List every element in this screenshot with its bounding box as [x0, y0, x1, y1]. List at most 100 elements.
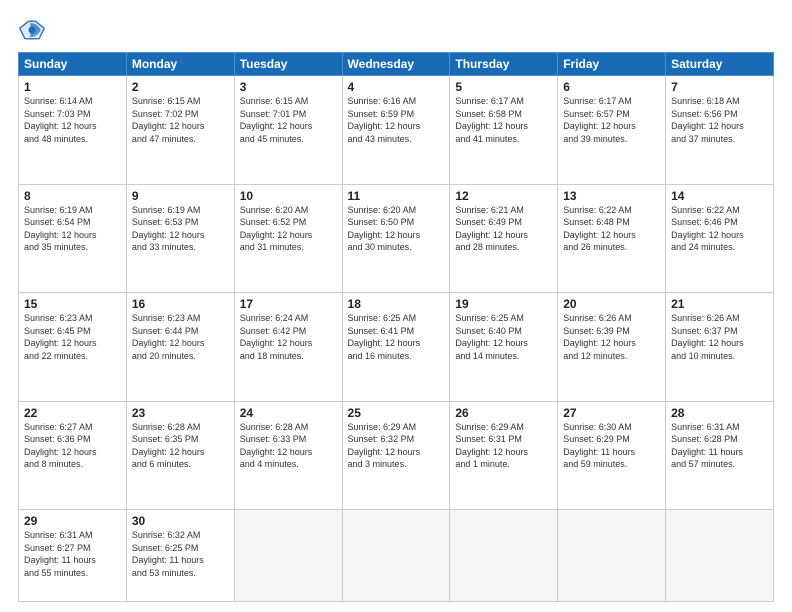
calendar-cell: 28Sunrise: 6:31 AM Sunset: 6:28 PM Dayli… — [666, 401, 774, 510]
calendar-cell: 18Sunrise: 6:25 AM Sunset: 6:41 PM Dayli… — [342, 293, 450, 402]
header-cell-tuesday: Tuesday — [234, 53, 342, 76]
calendar-cell: 4Sunrise: 6:16 AM Sunset: 6:59 PM Daylig… — [342, 76, 450, 185]
calendar-cell: 12Sunrise: 6:21 AM Sunset: 6:49 PM Dayli… — [450, 184, 558, 293]
calendar-cell: 15Sunrise: 6:23 AM Sunset: 6:45 PM Dayli… — [19, 293, 127, 402]
header — [18, 16, 774, 44]
day-number: 25 — [348, 406, 445, 420]
day-info: Sunrise: 6:19 AM Sunset: 6:53 PM Dayligh… — [132, 204, 229, 254]
page: SundayMondayTuesdayWednesdayThursdayFrid… — [0, 0, 792, 612]
calendar-cell: 17Sunrise: 6:24 AM Sunset: 6:42 PM Dayli… — [234, 293, 342, 402]
day-info: Sunrise: 6:25 AM Sunset: 6:40 PM Dayligh… — [455, 312, 552, 362]
day-info: Sunrise: 6:19 AM Sunset: 6:54 PM Dayligh… — [24, 204, 121, 254]
day-info: Sunrise: 6:30 AM Sunset: 6:29 PM Dayligh… — [563, 421, 660, 471]
calendar-cell: 10Sunrise: 6:20 AM Sunset: 6:52 PM Dayli… — [234, 184, 342, 293]
day-number: 20 — [563, 297, 660, 311]
day-number: 24 — [240, 406, 337, 420]
day-number: 6 — [563, 80, 660, 94]
day-number: 30 — [132, 514, 229, 528]
calendar-cell: 19Sunrise: 6:25 AM Sunset: 6:40 PM Dayli… — [450, 293, 558, 402]
day-info: Sunrise: 6:28 AM Sunset: 6:33 PM Dayligh… — [240, 421, 337, 471]
day-info: Sunrise: 6:23 AM Sunset: 6:44 PM Dayligh… — [132, 312, 229, 362]
day-number: 26 — [455, 406, 552, 420]
day-number: 23 — [132, 406, 229, 420]
day-info: Sunrise: 6:17 AM Sunset: 6:57 PM Dayligh… — [563, 95, 660, 145]
day-info: Sunrise: 6:26 AM Sunset: 6:37 PM Dayligh… — [671, 312, 768, 362]
calendar-cell — [558, 510, 666, 602]
day-number: 28 — [671, 406, 768, 420]
day-number: 4 — [348, 80, 445, 94]
week-row-1: 1Sunrise: 6:14 AM Sunset: 7:03 PM Daylig… — [19, 76, 774, 185]
day-info: Sunrise: 6:29 AM Sunset: 6:32 PM Dayligh… — [348, 421, 445, 471]
header-cell-saturday: Saturday — [666, 53, 774, 76]
header-cell-wednesday: Wednesday — [342, 53, 450, 76]
calendar-cell: 3Sunrise: 6:15 AM Sunset: 7:01 PM Daylig… — [234, 76, 342, 185]
calendar-cell: 2Sunrise: 6:15 AM Sunset: 7:02 PM Daylig… — [126, 76, 234, 185]
day-info: Sunrise: 6:23 AM Sunset: 6:45 PM Dayligh… — [24, 312, 121, 362]
header-cell-friday: Friday — [558, 53, 666, 76]
day-number: 8 — [24, 189, 121, 203]
calendar-cell: 22Sunrise: 6:27 AM Sunset: 6:36 PM Dayli… — [19, 401, 127, 510]
calendar-cell: 14Sunrise: 6:22 AM Sunset: 6:46 PM Dayli… — [666, 184, 774, 293]
day-info: Sunrise: 6:28 AM Sunset: 6:35 PM Dayligh… — [132, 421, 229, 471]
day-number: 18 — [348, 297, 445, 311]
week-row-5: 29Sunrise: 6:31 AM Sunset: 6:27 PM Dayli… — [19, 510, 774, 602]
day-number: 7 — [671, 80, 768, 94]
calendar-cell — [450, 510, 558, 602]
calendar-cell: 13Sunrise: 6:22 AM Sunset: 6:48 PM Dayli… — [558, 184, 666, 293]
calendar-cell: 30Sunrise: 6:32 AM Sunset: 6:25 PM Dayli… — [126, 510, 234, 602]
day-info: Sunrise: 6:31 AM Sunset: 6:28 PM Dayligh… — [671, 421, 768, 471]
day-info: Sunrise: 6:31 AM Sunset: 6:27 PM Dayligh… — [24, 529, 121, 579]
header-cell-sunday: Sunday — [19, 53, 127, 76]
calendar-cell: 23Sunrise: 6:28 AM Sunset: 6:35 PM Dayli… — [126, 401, 234, 510]
day-number: 10 — [240, 189, 337, 203]
week-row-2: 8Sunrise: 6:19 AM Sunset: 6:54 PM Daylig… — [19, 184, 774, 293]
calendar-cell: 25Sunrise: 6:29 AM Sunset: 6:32 PM Dayli… — [342, 401, 450, 510]
week-row-3: 15Sunrise: 6:23 AM Sunset: 6:45 PM Dayli… — [19, 293, 774, 402]
day-info: Sunrise: 6:21 AM Sunset: 6:49 PM Dayligh… — [455, 204, 552, 254]
day-info: Sunrise: 6:29 AM Sunset: 6:31 PM Dayligh… — [455, 421, 552, 471]
calendar-body: 1Sunrise: 6:14 AM Sunset: 7:03 PM Daylig… — [19, 76, 774, 602]
calendar-cell — [342, 510, 450, 602]
calendar-cell — [234, 510, 342, 602]
week-row-4: 22Sunrise: 6:27 AM Sunset: 6:36 PM Dayli… — [19, 401, 774, 510]
calendar-cell: 24Sunrise: 6:28 AM Sunset: 6:33 PM Dayli… — [234, 401, 342, 510]
calendar-header: SundayMondayTuesdayWednesdayThursdayFrid… — [19, 53, 774, 76]
calendar-cell: 26Sunrise: 6:29 AM Sunset: 6:31 PM Dayli… — [450, 401, 558, 510]
logo-icon — [18, 16, 46, 44]
calendar-cell: 16Sunrise: 6:23 AM Sunset: 6:44 PM Dayli… — [126, 293, 234, 402]
calendar-cell: 21Sunrise: 6:26 AM Sunset: 6:37 PM Dayli… — [666, 293, 774, 402]
day-number: 14 — [671, 189, 768, 203]
day-info: Sunrise: 6:16 AM Sunset: 6:59 PM Dayligh… — [348, 95, 445, 145]
day-number: 13 — [563, 189, 660, 203]
day-number: 2 — [132, 80, 229, 94]
day-number: 15 — [24, 297, 121, 311]
header-cell-monday: Monday — [126, 53, 234, 76]
day-number: 5 — [455, 80, 552, 94]
day-number: 17 — [240, 297, 337, 311]
calendar-cell: 27Sunrise: 6:30 AM Sunset: 6:29 PM Dayli… — [558, 401, 666, 510]
header-cell-thursday: Thursday — [450, 53, 558, 76]
calendar-cell: 8Sunrise: 6:19 AM Sunset: 6:54 PM Daylig… — [19, 184, 127, 293]
day-info: Sunrise: 6:18 AM Sunset: 6:56 PM Dayligh… — [671, 95, 768, 145]
day-number: 27 — [563, 406, 660, 420]
day-info: Sunrise: 6:20 AM Sunset: 6:52 PM Dayligh… — [240, 204, 337, 254]
day-info: Sunrise: 6:17 AM Sunset: 6:58 PM Dayligh… — [455, 95, 552, 145]
day-info: Sunrise: 6:22 AM Sunset: 6:48 PM Dayligh… — [563, 204, 660, 254]
day-number: 16 — [132, 297, 229, 311]
day-info: Sunrise: 6:20 AM Sunset: 6:50 PM Dayligh… — [348, 204, 445, 254]
day-number: 3 — [240, 80, 337, 94]
calendar-cell: 7Sunrise: 6:18 AM Sunset: 6:56 PM Daylig… — [666, 76, 774, 185]
day-info: Sunrise: 6:32 AM Sunset: 6:25 PM Dayligh… — [132, 529, 229, 579]
day-info: Sunrise: 6:15 AM Sunset: 7:01 PM Dayligh… — [240, 95, 337, 145]
day-number: 11 — [348, 189, 445, 203]
day-info: Sunrise: 6:15 AM Sunset: 7:02 PM Dayligh… — [132, 95, 229, 145]
day-number: 19 — [455, 297, 552, 311]
day-info: Sunrise: 6:25 AM Sunset: 6:41 PM Dayligh… — [348, 312, 445, 362]
day-number: 21 — [671, 297, 768, 311]
day-number: 12 — [455, 189, 552, 203]
calendar-cell: 11Sunrise: 6:20 AM Sunset: 6:50 PM Dayli… — [342, 184, 450, 293]
calendar-cell: 20Sunrise: 6:26 AM Sunset: 6:39 PM Dayli… — [558, 293, 666, 402]
calendar-cell: 5Sunrise: 6:17 AM Sunset: 6:58 PM Daylig… — [450, 76, 558, 185]
calendar-table: SundayMondayTuesdayWednesdayThursdayFrid… — [18, 52, 774, 602]
calendar-cell — [666, 510, 774, 602]
